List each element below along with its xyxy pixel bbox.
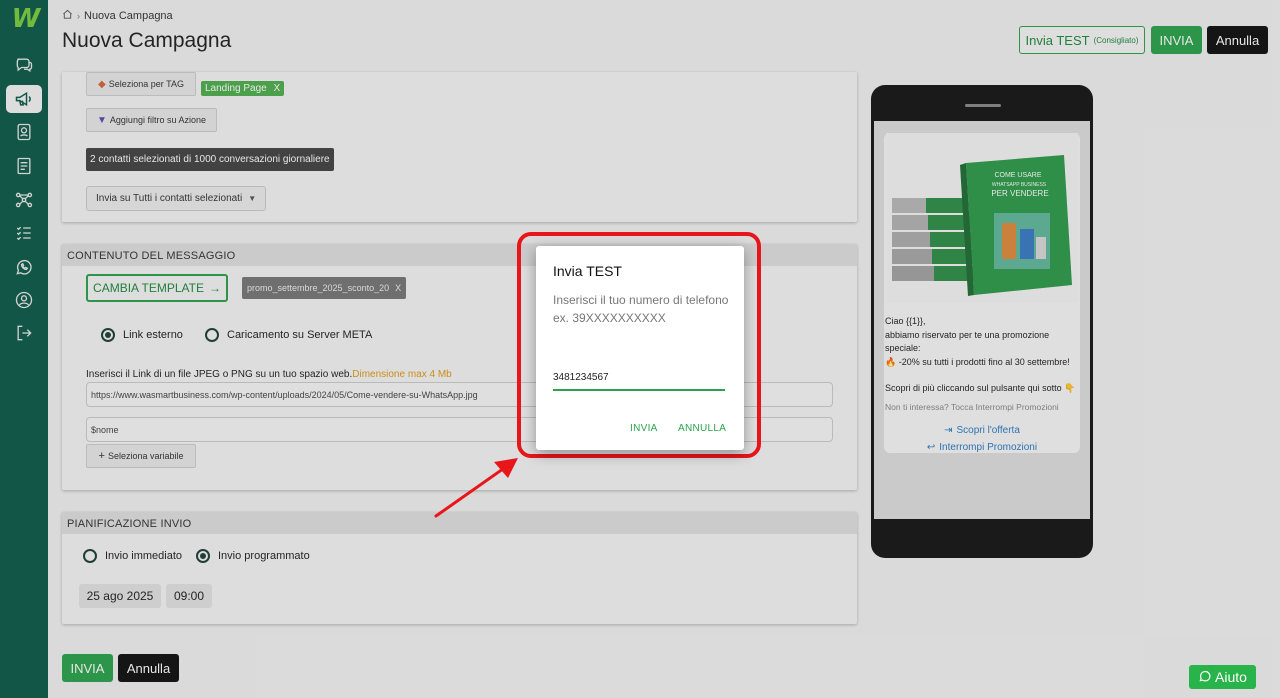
annotation-arrow	[434, 458, 518, 518]
whatsapp-icon	[1198, 669, 1212, 686]
help-button-label: Aiuto	[1215, 669, 1247, 685]
dialog-send-button[interactable]: INVIA	[630, 423, 658, 434]
phone-number-input[interactable]	[553, 366, 725, 391]
send-test-dialog: Invia TEST Inserisci il tuo numero di te…	[536, 246, 744, 450]
dialog-title: Invia TEST	[553, 263, 622, 279]
dialog-cancel-button[interactable]: ANNULLA	[678, 423, 726, 434]
help-button[interactable]: Aiuto	[1189, 665, 1256, 689]
dialog-instructions: Inserisci il tuo numero di telefono ex. …	[553, 293, 729, 325]
